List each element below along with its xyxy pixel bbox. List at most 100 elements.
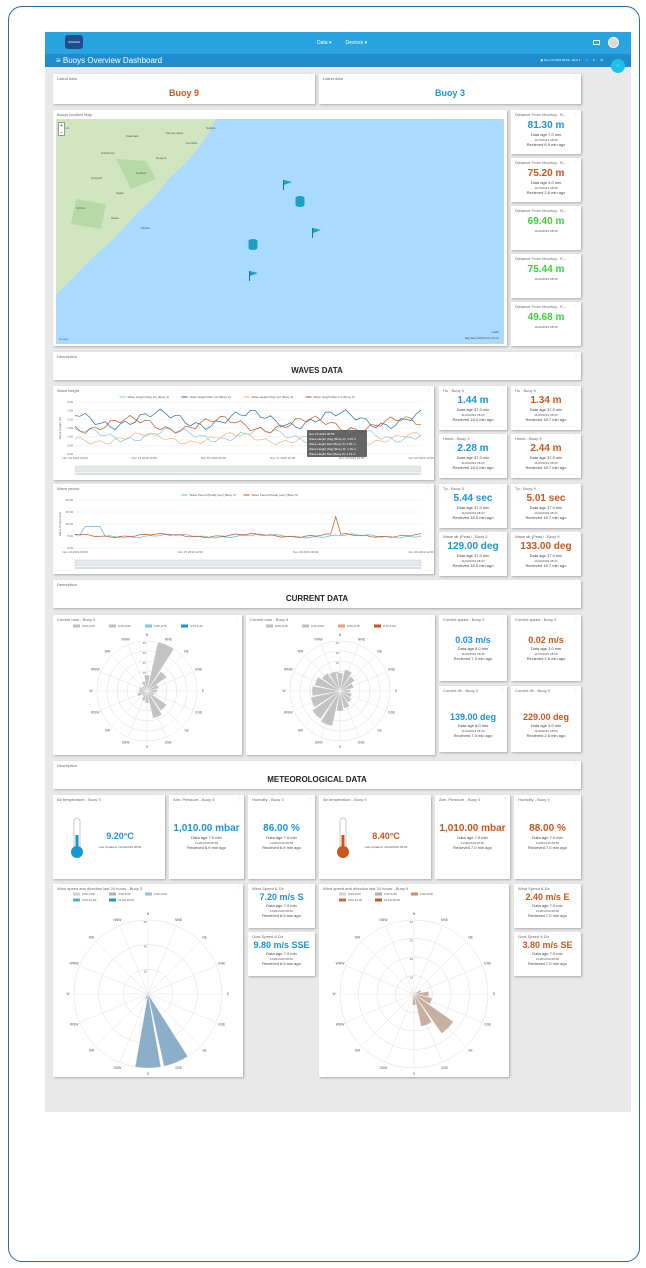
refresh-icon[interactable]: ↻ [593,58,596,62]
legend-label[interactable]: Wave Height Max (m) (Buoy 9) [314,395,355,399]
scrollbar[interactable] [75,473,421,475]
panel-menu-icon[interactable]: ⋮ [500,485,504,490]
legend-label[interactable]: 0.00-3.00 [348,892,361,896]
legend-label[interactable]: 0.25-0.50 [118,624,131,628]
legend-label[interactable]: 0.25-0.50 [311,624,324,628]
legend-label[interactable]: 0.00-3.00 [82,892,95,896]
metric-value: 2.44 m [530,443,562,454]
time-range-picker[interactable]: ▦ Nov 13 2019 00:59 - Now ▾ [540,58,580,62]
legend-label[interactable]: Wave Period (Peak) (sec) (Buoy 9) [252,493,298,497]
panel-menu-icon[interactable]: ⋮ [308,796,312,801]
legend-label[interactable]: 6.00-9.00 [420,892,433,896]
panel-menu-icon[interactable]: ⋮ [574,255,578,260]
legend-label[interactable]: 3.00-6.00 [384,892,397,896]
logo[interactable]: SIGMOS [65,35,83,49]
panel-menu-icon[interactable]: ⋮ [574,581,578,586]
direction-label: NNE [358,637,366,641]
wind-rose-chart[interactable]: 0.00-3.00 3.00-6.00 6.00-9.00 9.00-12.00 12.… [53,884,243,1077]
panel-menu-icon[interactable]: ⋮ [574,435,578,440]
panel-menu-icon[interactable]: ⋮ [308,933,312,938]
legend-label[interactable]: 0.00-0.25 [82,624,95,628]
last-updated: Last Updated: 11/20/2019 08:50 [98,845,142,849]
direction-label: NE [468,935,473,939]
panel-menu-icon[interactable]: ⋮ [500,387,504,392]
metric-detail: Recieved 6.9 min ago [262,913,301,918]
panel-menu-icon[interactable]: ⋮ [574,159,578,164]
direction-label: NW [89,935,95,939]
current-rose-chart[interactable]: 0.00-0.250.25-0.500.50-0.750.75-1.005101… [53,615,242,755]
wind-rose-chart[interactable]: 0.00-3.00 3.00-6.00 6.00-9.00 9.00-12.00 12.… [319,884,509,1077]
buoy-icon [248,239,258,250]
legend-label[interactable]: 9.00-12.00 [82,898,97,902]
panel-menu-icon[interactable]: ⋮ [500,616,504,621]
inbox-icon[interactable] [593,40,600,45]
zoom-in-button[interactable]: + [59,123,64,130]
wind-metric-card: Gust Speed & Dir ⋮ 9.80 m/s SSE Data age 7.… [248,932,315,976]
panel-menu-icon[interactable]: ⋮ [574,762,578,767]
panel-menu-icon[interactable]: ⋮ [574,207,578,212]
panel-menu-icon[interactable]: ⋮ [574,353,578,358]
legend-label[interactable]: 9.00-12.00 [348,898,363,902]
panel-menu-icon[interactable]: ⋮ [158,796,162,801]
legend-label[interactable]: 0.50-0.75 [154,624,167,628]
legend-label[interactable]: 0.50-0.75 [347,624,360,628]
series-line[interactable] [74,426,422,444]
legend-label[interactable]: 12.00-15.00 [384,898,400,902]
metric-detail: Recieved 6.9 min ago [187,845,226,850]
panel-title: Hs - Buoy 3 [443,388,464,393]
range-navigator[interactable] [74,465,422,473]
panel-menu-icon[interactable]: ⋮ [574,111,578,116]
legend-label[interactable]: 0.75-1.00 [190,624,203,628]
panel-menu-icon[interactable]: ⋮ [503,796,507,801]
wave-height-chart[interactable]: Wave Height (Sig) (m) (Buoy 3) Wave Heigh… [53,386,434,480]
series-line[interactable] [74,515,422,538]
legend-label[interactable]: 6.00-9.00 [154,892,167,896]
panel-menu-icon[interactable]: ⋮ [308,75,312,80]
panel-menu-icon[interactable]: ⋮ [500,687,504,692]
legend-label[interactable]: 0.00-0.25 [275,624,288,628]
panel-menu-icon[interactable]: ⋮ [574,387,578,392]
section-title: METEOROLOGICAL DATA [267,775,367,784]
panel-menu-icon[interactable]: ⋮ [574,303,578,308]
panel-menu-icon[interactable]: ⋮ [574,933,578,938]
panel-menu-icon[interactable]: ⋮ [574,533,578,538]
panel-menu-icon[interactable]: ⋮ [574,616,578,621]
map-canvas[interactable]: Kalamata Kardamyli Areopoli Gytheio Neapoli K… [56,119,504,344]
panel-menu-icon[interactable]: ⋮ [424,796,428,801]
panel-menu-icon[interactable]: ⋮ [574,75,578,80]
legend-label[interactable]: Wave Height (Sig) (m) (Buoy 9) [252,395,294,399]
panel-menu-icon[interactable]: ⋮ [574,885,578,890]
place-label: Neapoli [156,156,167,160]
legend-label[interactable]: Wave Height Max (m) (Buoy 3) [190,395,231,399]
panel-menu-icon[interactable]: ⋮ [308,885,312,890]
rose-petal[interactable] [146,642,175,692]
leaflet-credit[interactable]: Leaflet [491,331,499,334]
panel-menu-icon[interactable]: ⋮ [237,796,241,801]
panel-menu-icon[interactable]: ⋮ [574,796,578,801]
data-menu[interactable]: Data ▾ [317,40,331,46]
panel-menu-icon[interactable]: ⋮ [500,111,504,116]
legend-label[interactable]: 0.75-1.00 [383,624,396,628]
panel-menu-icon[interactable]: ⋮ [574,485,578,490]
scrollbar[interactable] [75,567,421,569]
map-data-credit[interactable]: Map data ©2019 Terms of Use [465,337,499,340]
legend-label[interactable]: 3.00-6.00 [118,892,131,896]
devices-menu[interactable]: Devices ▾ [345,40,367,46]
panel-menu-icon[interactable]: ⋮ [500,533,504,538]
legend-label[interactable]: 12.00-15.00 [118,898,134,902]
current-rose-chart[interactable]: 0.00-0.250.25-0.500.50-0.750.75-1.005101… [246,615,435,755]
x-tick-label: Nov 20 2019 12:00 [408,456,434,460]
back-button[interactable]: ‹ [611,59,625,73]
zoom-out-button[interactable]: − [59,130,64,137]
legend-label[interactable]: Wave Period (Peak) (sec) (Buoy 3) [190,493,236,497]
panel-menu-icon[interactable]: ⋮ [500,435,504,440]
panel-title: Wind Speed & Dir [518,886,550,891]
zoom-icon[interactable]: ⤢ [585,58,587,62]
settings-icon[interactable]: ⚙ [600,58,603,62]
wave-metric-card: Hmax - Buoy 9 ⋮ 2.44 m Data age 37.0 min 11/… [511,434,581,478]
wave-period-chart[interactable]: Wave Period (Peak) (sec) (Buoy 3) Wave Pe… [53,484,434,574]
range-navigator[interactable] [74,559,422,567]
legend-label[interactable]: Wave Height (Sig) (m) (Buoy 3) [128,395,170,399]
panel-menu-icon[interactable]: ⋮ [574,687,578,692]
avatar[interactable] [608,37,619,48]
